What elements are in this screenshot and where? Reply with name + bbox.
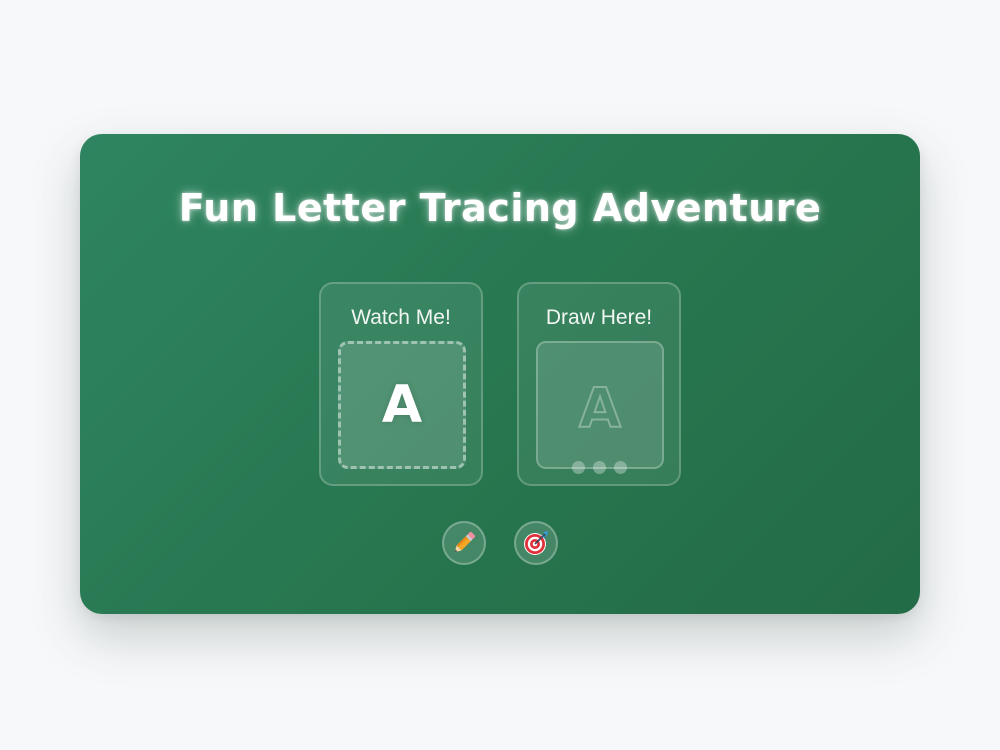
pencil-tool-button[interactable] [442, 521, 486, 565]
draw-here-panel: Draw Here! A [517, 282, 681, 486]
trace-guide-letter: A [578, 375, 622, 440]
target-icon [524, 531, 548, 555]
progress-dots [519, 461, 679, 474]
progress-dot [592, 461, 606, 474]
pencil-icon [454, 531, 476, 553]
demo-letter: A [381, 375, 423, 435]
watch-me-label: Watch Me! [351, 306, 451, 329]
draw-here-label: Draw Here! [545, 306, 653, 329]
drawing-canvas[interactable]: A [536, 341, 664, 469]
demo-letter-tile: A [338, 341, 466, 469]
progress-dot [613, 461, 627, 474]
progress-dot [571, 461, 585, 474]
watch-me-panel: Watch Me! A [319, 282, 483, 486]
trace-guide-letter-text: A [579, 376, 621, 439]
tracing-board: Fun Letter Tracing Adventure Watch Me! A… [80, 134, 920, 614]
target-tool-button[interactable] [514, 521, 558, 565]
page-title: Fun Letter Tracing Adventure [178, 186, 822, 230]
